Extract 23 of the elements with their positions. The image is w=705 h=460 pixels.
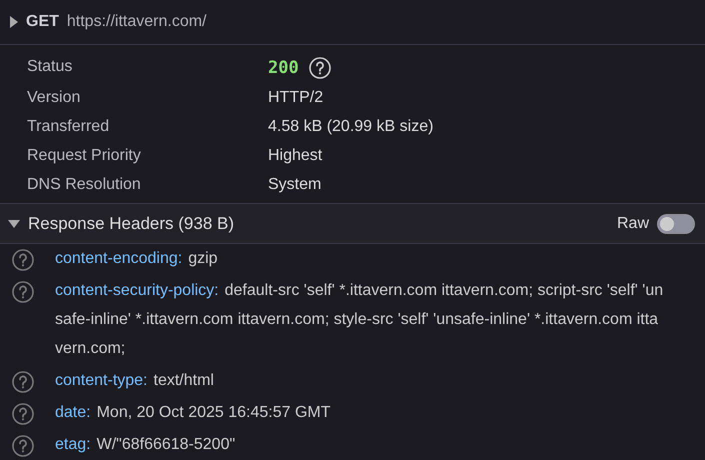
header-entry: content-encoding: gzip bbox=[55, 249, 219, 269]
summary-label: Version bbox=[27, 88, 82, 108]
header-entry: content-type: text/html bbox=[55, 371, 215, 391]
summary-value: System bbox=[268, 175, 322, 195]
help-icon[interactable] bbox=[308, 57, 331, 79]
raw-label: Raw bbox=[616, 214, 649, 232]
status-code: 200 bbox=[268, 58, 299, 78]
header-entry: etag: W/"68f66618-5200" bbox=[55, 435, 236, 455]
collapse-arrow-icon[interactable] bbox=[8, 220, 20, 228]
summary-value: HTTP/2 bbox=[268, 88, 324, 108]
section-title[interactable]: Response Headers (938 B) bbox=[28, 214, 617, 234]
header-entry: date: Mon, 20 Oct 2025 16:45:57 GMT bbox=[55, 403, 332, 423]
request-url: https://ittavern.com/ bbox=[66, 13, 206, 31]
header-entry: content-security-policy: default-src 'self' *.ittavern.com ittavern.com; script-src 'self' 'unsafe-inline' *.ittavern.com ittavern.com; style-src 'self' 'unsafe-inline' *.ittavern.com ittavern.com; bbox=[55, 281, 664, 359]
summary-label: Transferred bbox=[27, 117, 110, 137]
summary-label: Status bbox=[27, 57, 74, 77]
summary-label: Request Priority bbox=[27, 146, 142, 166]
summary-value: Highest bbox=[268, 146, 322, 166]
summary-value: 4.58 kB (20.99 kB size) bbox=[268, 117, 434, 137]
raw-toggle[interactable] bbox=[657, 214, 695, 234]
expand-arrow-icon[interactable] bbox=[10, 16, 18, 28]
request-method: GET bbox=[26, 13, 59, 31]
summary-label: DNS Resolution bbox=[27, 175, 142, 195]
